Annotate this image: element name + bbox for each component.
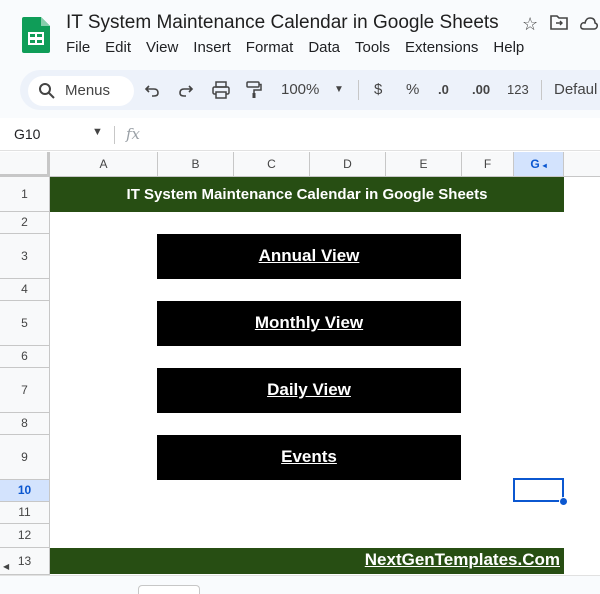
zoom-dropdown-icon[interactable]: ▼ xyxy=(334,79,344,101)
search-menus-button[interactable]: Menus xyxy=(28,76,134,106)
row-header-5[interactable]: 5 xyxy=(0,301,50,346)
annual-view-button[interactable]: Annual View xyxy=(157,234,461,279)
row-header-4[interactable]: 4 xyxy=(0,279,50,301)
menu-bar: File Edit View Insert Format Data Tools … xyxy=(66,39,539,56)
move-folder-icon[interactable] xyxy=(550,14,568,34)
column-header-e[interactable]: E xyxy=(386,152,462,177)
row-header-1[interactable]: 1 xyxy=(0,177,50,212)
sheet-title-banner: IT System Maintenance Calendar in Google… xyxy=(50,177,564,212)
column-header-c[interactable]: C xyxy=(234,152,310,177)
menu-extensions[interactable]: Extensions xyxy=(405,39,478,56)
scroll-left-icon[interactable]: ◀ xyxy=(3,562,9,571)
percent-format-button[interactable]: % xyxy=(406,79,419,101)
paint-format-icon[interactable] xyxy=(246,79,262,106)
menu-help[interactable]: Help xyxy=(493,39,524,56)
formula-bar-divider xyxy=(114,126,115,144)
row-header-3[interactable]: 3 xyxy=(0,234,50,279)
currency-format-button[interactable]: $ xyxy=(374,79,382,101)
column-header-b[interactable]: B xyxy=(158,152,234,177)
star-icon[interactable]: ☆ xyxy=(522,14,538,34)
active-cell-selection[interactable] xyxy=(513,478,564,502)
formula-bar: G10 ▼ fx xyxy=(0,118,600,151)
column-header-empty xyxy=(564,152,600,177)
increase-decimal-button[interactable]: .00 xyxy=(472,79,490,101)
fx-icon: fx xyxy=(126,125,141,143)
sheets-logo-icon[interactable] xyxy=(22,17,50,53)
sheet-tabs-bar xyxy=(0,575,600,594)
daily-view-button[interactable]: Daily View xyxy=(157,368,461,413)
row-header-7[interactable]: 7 xyxy=(0,368,50,413)
column-header-d[interactable]: D xyxy=(310,152,386,177)
redo-icon[interactable] xyxy=(178,79,194,105)
row-header-8[interactable]: 8 xyxy=(0,413,50,435)
toolbar-divider xyxy=(541,80,542,100)
footer-website-link[interactable]: NextGenTemplates.Com xyxy=(365,550,560,570)
grid-right-edge xyxy=(564,177,600,575)
sheet-tab[interactable] xyxy=(138,585,200,594)
column-header-f[interactable]: F xyxy=(462,152,514,177)
fill-handle[interactable] xyxy=(559,497,568,506)
number-format-button[interactable]: 123 xyxy=(507,79,529,101)
zoom-select[interactable]: 100% xyxy=(281,79,319,101)
print-icon[interactable] xyxy=(212,79,230,106)
menu-edit[interactable]: Edit xyxy=(105,39,131,56)
menu-view[interactable]: View xyxy=(146,39,178,56)
undo-icon[interactable] xyxy=(144,79,160,105)
row-header-12[interactable]: 12 xyxy=(0,524,50,548)
select-all-corner[interactable] xyxy=(0,152,50,177)
menu-file[interactable]: File xyxy=(66,39,90,56)
decrease-decimal-button[interactable]: .0 xyxy=(438,79,449,101)
row-header-2[interactable]: 2 xyxy=(0,212,50,234)
row-header-6[interactable]: 6 xyxy=(0,346,50,368)
menu-tools[interactable]: Tools xyxy=(355,39,390,56)
toolbar: Menus 100% ▼ $ % .0 .00 123 Defaul xyxy=(20,70,600,110)
row-header-9[interactable]: 9 xyxy=(0,435,50,480)
menu-format[interactable]: Format xyxy=(246,39,294,56)
menu-data[interactable]: Data xyxy=(308,39,340,56)
search-menus-label: Menus xyxy=(65,82,111,99)
footer-banner: NextGenTemplates.Com xyxy=(50,548,564,574)
column-scroll-arrow-icon[interactable]: ◂ xyxy=(543,161,547,170)
menu-insert[interactable]: Insert xyxy=(193,39,231,56)
column-header-a[interactable]: A xyxy=(50,152,158,177)
column-header-g[interactable]: G ◂ xyxy=(514,152,564,177)
search-icon xyxy=(39,83,55,99)
events-button[interactable]: Events xyxy=(157,435,461,480)
toolbar-divider xyxy=(358,80,359,100)
row-header-11[interactable]: 11 xyxy=(0,502,50,524)
title-bar xyxy=(0,0,600,68)
column-header-g-label: G xyxy=(530,157,540,171)
cloud-status-icon[interactable] xyxy=(580,14,599,34)
font-select[interactable]: Defaul xyxy=(554,79,597,101)
row-header-10[interactable]: 10 xyxy=(0,480,50,502)
document-title[interactable]: IT System Maintenance Calendar in Google… xyxy=(66,12,499,34)
name-box-dropdown-icon[interactable]: ▼ xyxy=(92,126,103,138)
monthly-view-button[interactable]: Monthly View xyxy=(157,301,461,346)
name-box[interactable]: G10 xyxy=(14,126,40,142)
